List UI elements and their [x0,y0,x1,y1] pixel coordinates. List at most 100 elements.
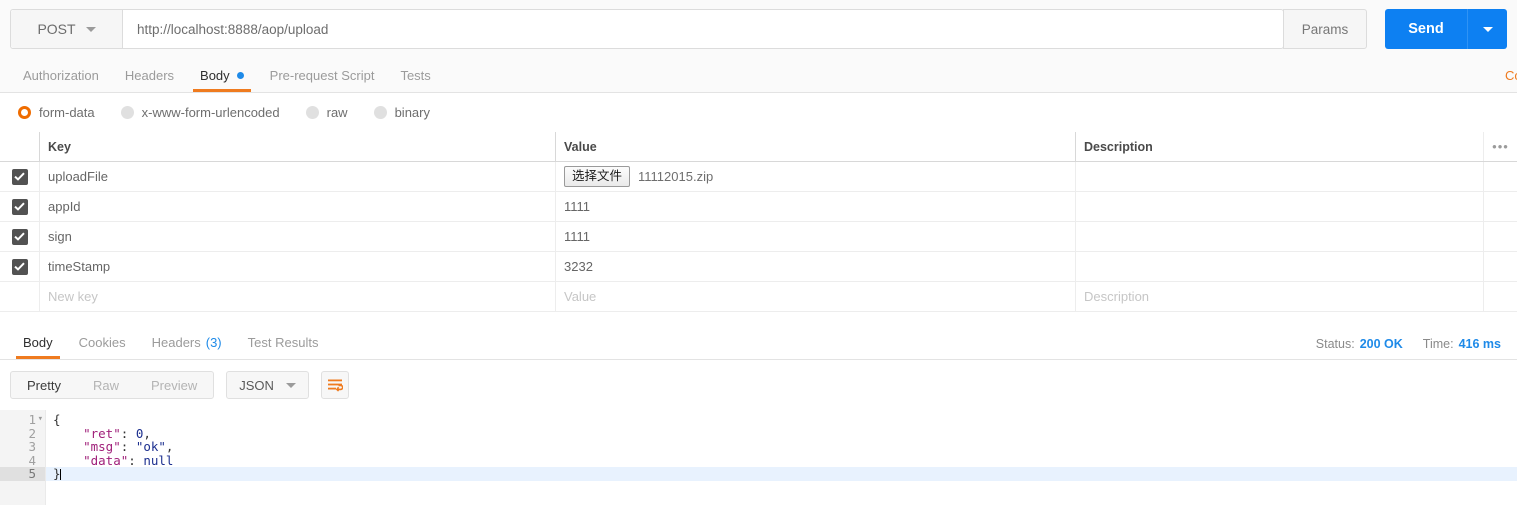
header-description-cell: Description [1076,132,1483,161]
view-mode-raw[interactable]: Raw [77,372,135,398]
row-checkbox-cell [0,222,40,251]
row-key-text: appId [48,199,81,214]
row-checkbox[interactable] [11,228,28,245]
radio-binary[interactable]: binary [373,105,430,120]
row-more-cell [1483,192,1517,221]
row-checkbox-cell [0,192,40,221]
radio-form-data[interactable]: form-data [18,105,95,120]
row-key-cell[interactable]: sign [40,222,556,251]
http-method-label: POST [37,21,76,37]
response-format-select[interactable]: JSON [226,371,309,399]
row-key-text: uploadFile [48,169,108,184]
tab-headers[interactable]: Headers [112,58,187,92]
wrap-lines-button[interactable] [320,371,349,399]
check-icon [14,202,25,211]
fold-toggle-icon[interactable]: ▾ [38,413,43,427]
header-value-cell: Value [556,132,1076,161]
row-value-text: 3232 [564,259,593,274]
row-description-cell[interactable] [1076,252,1483,281]
request-url-text: http://localhost:8888/aop/upload [137,21,329,37]
check-icon [14,232,25,241]
code-token-value: null [143,452,174,468]
tab-authorization[interactable]: Authorization [10,58,112,92]
table-header-row: Key Value Description ••• [0,132,1517,162]
send-button[interactable]: Send [1385,9,1467,49]
chevron-down-icon [1482,26,1493,32]
tab-label: Headers [151,334,201,350]
radio-x-www-form-urlencoded[interactable]: x-www-form-urlencoded [120,105,280,120]
tab-label: Tests [400,67,431,83]
line-number: 4 [28,452,36,468]
response-tab-body[interactable]: Body [10,325,66,359]
time-label: Time: [1422,337,1454,351]
new-row-key-cell[interactable]: New key [40,282,556,311]
view-mode-group: Pretty Raw Preview [10,371,215,399]
body-modified-dot-icon [236,71,244,79]
new-row-more-cell [1483,282,1517,311]
new-description-input-placeholder: Description [1084,289,1150,304]
tab-label: Body [200,67,230,83]
radio-label: raw [326,105,348,120]
column-header-key: Key [48,139,71,154]
table-row: timeStamp 3232 [0,252,1517,282]
tab-tests[interactable]: Tests [387,58,443,92]
table-row: sign 1111 [0,222,1517,252]
response-tab-cookies[interactable]: Cookies [66,325,139,359]
row-description-cell[interactable] [1076,192,1483,221]
row-description-cell[interactable] [1076,162,1483,191]
choose-file-button[interactable]: 选择文件 [564,166,631,187]
radio-raw[interactable]: raw [305,105,348,120]
code-line-active: } [46,467,1517,481]
more-options-icon[interactable]: ••• [1492,139,1509,154]
tab-pre-request-script[interactable]: Pre-request Script [257,58,388,92]
line-number: 2 [28,425,36,441]
row-key-cell[interactable]: appId [40,192,556,221]
response-tab-headers[interactable]: Headers (3) [139,325,235,359]
row-value-cell[interactable]: 1111 [556,222,1076,251]
request-url-input[interactable]: http://localhost:8888/aop/upload [123,10,1283,48]
response-tab-test-results[interactable]: Test Results [235,325,332,359]
line-number: 3 [28,439,36,454]
row-key-cell[interactable]: timeStamp [40,252,556,281]
row-checkbox[interactable] [11,168,28,185]
row-checkbox[interactable] [11,198,28,215]
row-value-cell[interactable]: 选择文件 11112015.zip [556,162,1076,191]
chevron-down-icon [285,382,296,388]
response-body-viewer[interactable]: 1 ▾ 2 3 4 5 { "ret": 0, "msg": "ok", "da… [0,410,1517,505]
table-row: uploadFile 选择文件 11112015.zip [0,162,1517,192]
row-checkbox[interactable] [11,258,28,275]
view-mode-preview[interactable]: Preview [135,372,213,398]
new-row-value-cell[interactable]: Value [556,282,1076,311]
time-value: 416 ms [1458,337,1501,351]
send-options-button[interactable] [1467,9,1507,49]
radio-unselected-icon [120,106,134,119]
check-icon [14,172,25,181]
line-number-gutter: 1 ▾ 2 3 4 5 [0,410,46,505]
table-row: appId 1111 [0,192,1517,222]
line-number-active: 5 [0,467,45,481]
tab-body[interactable]: Body [187,58,257,92]
status-badge: Status: 200 OK [1316,337,1403,351]
tab-label: Authorization [23,67,99,83]
text-cursor [59,469,61,480]
radio-label: form-data [39,105,95,120]
wrap-lines-icon [327,379,343,392]
chevron-down-icon [85,26,96,32]
new-row-description-cell[interactable]: Description [1076,282,1483,311]
new-value-input-placeholder: Value [564,289,597,304]
code-link[interactable]: Code [1505,68,1517,83]
row-key-cell[interactable]: uploadFile [40,162,556,191]
tab-label: Body [23,334,53,350]
row-more-cell [1483,162,1517,191]
column-header-description: Description [1084,139,1153,154]
code-line: "data": null [46,452,1517,468]
row-value-cell[interactable]: 1111 [556,192,1076,221]
params-button[interactable]: Params [1283,9,1367,49]
code-line: "ret": 0, [46,426,1517,441]
request-tabs-right: Code [1505,58,1517,92]
view-mode-pretty[interactable]: Pretty [11,372,77,398]
code-content[interactable]: { "ret": 0, "msg": "ok", "data": null } [46,410,1517,505]
row-value-cell[interactable]: 3232 [556,252,1076,281]
row-description-cell[interactable] [1076,222,1483,251]
http-method-select[interactable]: POST [11,10,123,48]
